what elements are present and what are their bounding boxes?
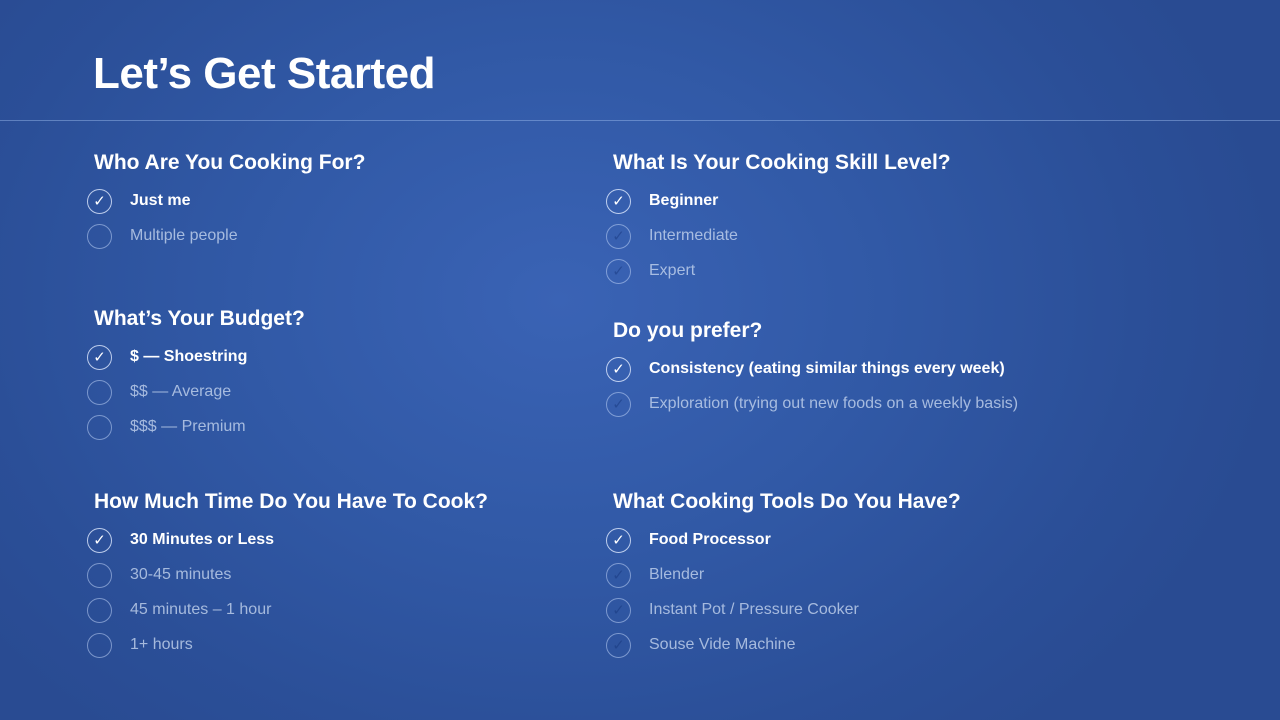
page-header: Let’s Get Started [0,0,1280,121]
checkbox-circle[interactable]: ✓ [87,633,112,658]
option-cooking-time-1[interactable]: ✓ 30 Minutes or Less [87,523,488,558]
section-title: How Much Time Do You Have To Cook? [94,490,488,513]
checkbox-circle[interactable]: ✓ [606,357,631,382]
checkbox-circle[interactable]: ✓ [87,528,112,553]
checkbox-circle[interactable]: ✓ [87,189,112,214]
section-who-cooking-for: Who Are You Cooking For? ✓ Just me ✓ Multip… [87,150,365,254]
option-preference-1[interactable]: ✓ Consistency (eating similar things ever… [606,352,1005,387]
checkbox-circle[interactable]: ✓ [606,259,631,284]
checkbox-circle[interactable]: ✓ [606,528,631,553]
option-label: Souse Vide Machine [649,636,796,653]
option-label: Blender [649,566,705,583]
check-icon: ✓ [93,348,106,366]
option-budget-1[interactable]: ✓ $ — Shoestring [87,340,305,375]
option-label: 30 Minutes or Less [130,531,275,548]
check-icon: ✓ [93,420,106,435]
check-icon: ✓ [93,531,106,549]
option-cooking-time-4[interactable]: ✓ 1+ hours [87,628,488,663]
check-icon: ✓ [93,568,106,583]
check-icon: ✓ [612,601,625,619]
section-title: What’s Your Budget? [94,307,305,330]
section-budget: What’s Your Budget? ✓ $ — Shoestring ✓ $$ —… [87,306,305,445]
section-skill-level: What Is Your Cooking Skill Level? ✓ Begin… [606,150,951,289]
option-who-cooking-for-2[interactable]: ✓ Multiple people [87,219,365,254]
option-label: 30-45 minutes [130,566,232,583]
page-title: Let’s Get Started [93,49,435,98]
option-list: ✓ $ — Shoestring ✓ $$ — Average ✓ $$$ — Premi… [87,340,305,445]
check-icon: ✓ [612,636,625,654]
checkbox-circle[interactable]: ✓ [606,563,631,588]
option-who-cooking-for-1[interactable]: ✓ Just me [87,184,365,219]
option-list: ✓ Beginner ✓ Intermediate ✓ Expert [606,184,951,289]
section-title: What Cooking Tools Do You Have? [613,490,961,513]
checkbox-circle[interactable]: ✓ [87,563,112,588]
check-icon: ✓ [93,638,106,653]
option-cooking-tools-4[interactable]: ✓ Souse Vide Machine [606,628,961,663]
checkbox-circle[interactable]: ✓ [606,189,631,214]
option-cooking-tools-2[interactable]: ✓ Blender [606,558,961,593]
option-label: Exploration (trying out new foods on a w… [649,395,1019,412]
option-label: Multiple people [130,227,238,244]
check-icon: ✓ [612,227,625,245]
section-cooking-time: How Much Time Do You Have To Cook? ✓ 30 M… [87,489,488,663]
section-title: Do you prefer? [613,319,763,342]
check-icon: ✓ [612,531,625,549]
option-skill-level-3[interactable]: ✓ Expert [606,254,951,289]
checkbox-circle[interactable]: ✓ [87,224,112,249]
option-label: Intermediate [649,227,738,244]
checkbox-circle[interactable]: ✓ [606,224,631,249]
option-preference-2[interactable]: ✓ Exploration (trying out new foods on a … [606,387,1018,422]
checkbox-circle[interactable]: ✓ [606,598,631,623]
check-icon: ✓ [612,360,625,378]
check-icon: ✓ [93,229,106,244]
option-list: ✓ Consistency (eating similar things ever… [606,352,1018,422]
check-icon: ✓ [612,262,625,280]
option-cooking-time-2[interactable]: ✓ 30-45 minutes [87,558,488,593]
option-label: Beginner [649,192,719,209]
option-list: ✓ Food Processor ✓ Blender ✓ Instant Pot / Pr… [606,523,961,663]
option-label: Just me [130,192,191,209]
option-label: 1+ hours [130,636,193,653]
check-icon: ✓ [612,566,625,584]
check-icon: ✓ [612,395,625,413]
check-icon: ✓ [93,385,106,400]
option-label: $ — Shoestring [130,348,248,365]
option-skill-level-2[interactable]: ✓ Intermediate [606,219,951,254]
section-title: Who Are You Cooking For? [94,151,366,174]
option-cooking-time-3[interactable]: ✓ 45 minutes – 1 hour [87,593,488,628]
check-icon: ✓ [612,192,625,210]
section-cooking-tools: What Cooking Tools Do You Have? ✓ Food Pr… [606,489,961,663]
option-list: ✓ Just me ✓ Multiple people [87,184,365,254]
option-list: ✓ 30 Minutes or Less ✓ 30-45 minutes ✓ 45 min… [87,523,488,663]
option-budget-2[interactable]: ✓ $$ — Average [87,375,305,410]
section-title: What Is Your Cooking Skill Level? [613,151,951,174]
checkbox-circle[interactable]: ✓ [606,633,631,658]
checkbox-circle[interactable]: ✓ [87,380,112,405]
option-label: 45 minutes – 1 hour [130,601,272,618]
section-preference: Do you prefer? ✓ Consistency (eating simi… [606,318,1018,422]
option-cooking-tools-3[interactable]: ✓ Instant Pot / Pressure Cooker [606,593,961,628]
option-label: Expert [649,262,696,279]
option-label: Food Processor [649,531,771,548]
option-label: $$ — Average [130,383,232,400]
option-label: $$$ — Premium [130,418,246,435]
option-label: Instant Pot / Pressure Cooker [649,601,859,618]
checkbox-circle[interactable]: ✓ [87,345,112,370]
option-cooking-tools-1[interactable]: ✓ Food Processor [606,523,961,558]
option-budget-3[interactable]: ✓ $$$ — Premium [87,410,305,445]
option-skill-level-1[interactable]: ✓ Beginner [606,184,951,219]
check-icon: ✓ [93,192,106,210]
checkbox-circle[interactable]: ✓ [87,598,112,623]
option-label: Consistency (eating similar things every… [649,360,1005,377]
check-icon: ✓ [93,603,106,618]
checkbox-circle[interactable]: ✓ [606,392,631,417]
checkbox-circle[interactable]: ✓ [87,415,112,440]
